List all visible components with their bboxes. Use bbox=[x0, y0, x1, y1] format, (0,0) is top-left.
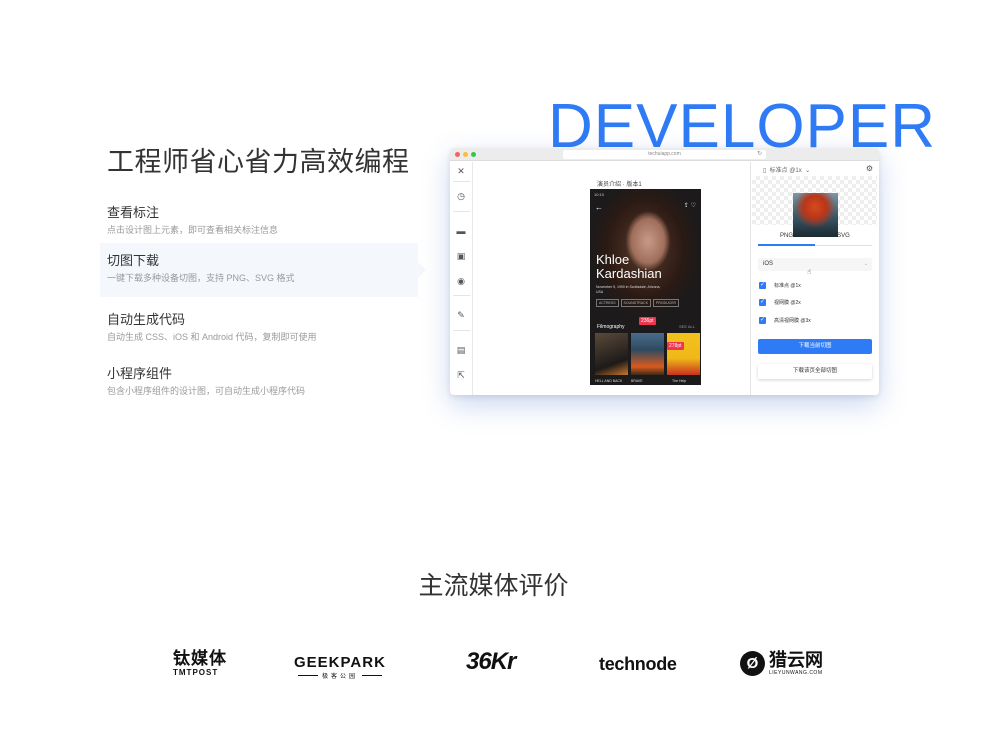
platform-select[interactable]: iOS ⌄ bbox=[758, 258, 872, 271]
feature-title: 自动生成代码 bbox=[107, 312, 186, 327]
close-window-button[interactable] bbox=[455, 152, 460, 157]
name-line: Khloe bbox=[596, 252, 630, 267]
brush-icon[interactable]: ✎ bbox=[456, 310, 466, 320]
app-window: techuiapp.com ↻ ✕ ◷ ▬ ▣ ◉ ✎ ▤ ⇱ 演员介绍 · 版… bbox=[450, 148, 879, 395]
feature-desc: 点击设计图上元素，即可查看相关标注信息 bbox=[107, 225, 279, 235]
feature-desc: 一键下载多种设备切图，支持 PNG、SVG 格式 bbox=[107, 273, 295, 283]
download-current-button[interactable]: 下载当前切图 bbox=[758, 339, 872, 354]
geekpark-logo: GEEKPARK 极客公园 bbox=[294, 654, 386, 680]
logo-subtext: 极客公园 bbox=[321, 674, 358, 680]
option-label: 标准点 @1x bbox=[774, 283, 801, 289]
poster-the-help[interactable] bbox=[667, 333, 700, 375]
actress-name[interactable]: Khloe Kardashian bbox=[596, 253, 662, 281]
option-label: 视网膜 @2x bbox=[774, 300, 801, 306]
artboard-label: 演员介绍 · 版本1 bbox=[597, 182, 642, 188]
logo-text: 猎云网 bbox=[769, 650, 823, 670]
feature-title: 小程序组件 bbox=[107, 366, 173, 381]
share-icon[interactable]: ⇱ bbox=[456, 370, 466, 380]
logo-subtext: LIEYUNWANG.COM bbox=[769, 670, 823, 676]
export-code-icon[interactable]: ▤ bbox=[456, 345, 466, 355]
filmography-title: Filmography bbox=[597, 324, 625, 330]
feature-code-gen[interactable]: 自动生成代码 自动生成 CSS、iOS 和 Android 代码，复制即可使用 bbox=[100, 302, 418, 356]
scale-label: 标准点 @1x bbox=[769, 168, 802, 174]
poster-label: HELL AND BACK bbox=[595, 379, 623, 383]
logo-text: 钛媒体 bbox=[173, 649, 227, 668]
minimize-window-button[interactable] bbox=[463, 152, 468, 157]
media-section-title: 主流媒体评价 bbox=[418, 572, 569, 600]
url-bar[interactable]: techuiapp.com ↻ bbox=[563, 150, 766, 159]
role-tags: ACTRESS SOUNDTRACK PRODUCER bbox=[596, 299, 680, 307]
feature-desc: 自动生成 CSS、iOS 和 Android 代码，复制即可使用 bbox=[107, 332, 317, 342]
role-tag: ACTRESS bbox=[596, 299, 619, 307]
role-tag: PRODUCER bbox=[653, 299, 680, 307]
logo-subtext-row: 极客公园 bbox=[294, 671, 386, 680]
checkbox[interactable]: ✓ bbox=[759, 299, 766, 306]
active-pointer bbox=[418, 262, 426, 278]
checkbox[interactable]: ✓ bbox=[759, 317, 766, 324]
logo-text: GEEKPARK bbox=[294, 654, 386, 671]
divider bbox=[453, 181, 470, 182]
logo-subtext: TMTPOST bbox=[173, 668, 219, 677]
feature-desc: 包含小程序组件的设计图，可自动生成小程序代码 bbox=[107, 386, 306, 396]
checkbox[interactable]: ✓ bbox=[759, 282, 766, 289]
lieyun-mark-icon: Ø bbox=[740, 651, 765, 676]
url-text: techuiapp.com bbox=[648, 151, 681, 157]
role-tag: SOUNDTRACK bbox=[620, 299, 652, 307]
feature-inspect[interactable]: 查看标注 点击设计图上元素，即可查看相关标注信息 bbox=[100, 195, 418, 249]
share-heart-icons[interactable]: ⇪ ♡ bbox=[684, 202, 696, 209]
transparent-preview-bg bbox=[752, 176, 877, 237]
window-titlebar: techuiapp.com ↻ bbox=[450, 148, 879, 161]
back-arrow-icon[interactable]: ← bbox=[595, 203, 603, 212]
panel-header[interactable]: ▯ 标准点 @1x ⌄ bbox=[763, 165, 810, 174]
phone-icon: ▯ bbox=[763, 168, 767, 174]
format-tabs: PNG SVG bbox=[758, 230, 872, 246]
lieyun-logo: Ø 猎云网 LIEYUNWANG.COM bbox=[740, 651, 823, 676]
hero-title: 工程师省心省力高效编程 bbox=[107, 147, 410, 177]
add-comment-icon[interactable]: ▣ bbox=[456, 251, 466, 261]
phone-artboard[interactable]: 10:10 ← ⇪ ♡ Khloe Kardashian November 5,… bbox=[590, 189, 701, 385]
see-all-link[interactable]: SEE ALL bbox=[679, 324, 695, 329]
export-panel: ▯ 标准点 @1x ⌄ ⚙ PNG SVG iOS ⌄ ☝ ✓ 标准点 @1x … bbox=[750, 162, 879, 395]
divider bbox=[453, 295, 470, 296]
chevron-down-icon: ⌄ bbox=[863, 261, 868, 267]
close-icon[interactable]: ✕ bbox=[456, 166, 466, 176]
chevron-down-icon: ⌄ bbox=[805, 168, 811, 174]
divider bbox=[453, 330, 470, 331]
tab-svg[interactable]: SVG bbox=[815, 233, 872, 239]
tmtpost-logo: 钛媒体 TMTPOST bbox=[173, 649, 227, 678]
design-canvas[interactable]: 演员介绍 · 版本1 10:10 ← ⇪ ♡ Khloe Kardashian … bbox=[473, 162, 750, 395]
option-1x[interactable]: ✓ 标准点 @1x bbox=[759, 281, 801, 290]
actress-bio: November 5, 1990 in Scottsdale, Arizona,… bbox=[596, 285, 661, 294]
tool-sidebar: ✕ ◷ ▬ ▣ ◉ ✎ ▤ ⇱ bbox=[450, 162, 473, 395]
poster-label: The Help bbox=[672, 379, 687, 383]
name-line: Kardashian bbox=[596, 266, 662, 281]
poster-brave[interactable] bbox=[631, 333, 664, 375]
feature-title: 切图下载 bbox=[107, 253, 160, 268]
dimension-badge: 236pt bbox=[639, 317, 656, 325]
tab-png[interactable]: PNG bbox=[758, 233, 815, 246]
feature-mini-program[interactable]: 小程序组件 包含小程序组件的设计图，可自动生成小程序代码 bbox=[100, 356, 418, 410]
comment-icon[interactable]: ▬ bbox=[456, 226, 466, 236]
cursor-icon: ☝ bbox=[807, 269, 812, 276]
divider bbox=[453, 211, 470, 212]
technode-logo: technode bbox=[599, 654, 677, 674]
status-time: 10:10 bbox=[594, 192, 605, 197]
reload-icon[interactable]: ↻ bbox=[757, 150, 762, 159]
option-label: 高清视网膜 @3x bbox=[774, 318, 811, 324]
poster-hell-and-back[interactable] bbox=[595, 333, 628, 375]
clock-icon[interactable]: ◷ bbox=[456, 191, 466, 201]
maximize-window-button[interactable] bbox=[471, 152, 476, 157]
download-all-button[interactable]: 下载该页全部切图 bbox=[758, 364, 872, 379]
option-3x[interactable]: ✓ 高清视网膜 @3x bbox=[759, 316, 811, 325]
feature-title: 查看标注 bbox=[107, 205, 160, 220]
dimension-badge: 278pt bbox=[667, 342, 684, 350]
gear-icon[interactable]: ⚙ bbox=[866, 164, 873, 173]
option-2x[interactable]: ✓ 视网膜 @2x bbox=[759, 298, 801, 307]
feature-slice-download[interactable]: 切图下载 一键下载多种设备切图，支持 PNG、SVG 格式 bbox=[100, 243, 426, 297]
poster-label: BRAVE bbox=[631, 379, 643, 383]
platform-value: iOS bbox=[763, 261, 774, 267]
36kr-logo: 36Kr bbox=[466, 648, 516, 675]
eye-icon[interactable]: ◉ bbox=[456, 276, 466, 286]
